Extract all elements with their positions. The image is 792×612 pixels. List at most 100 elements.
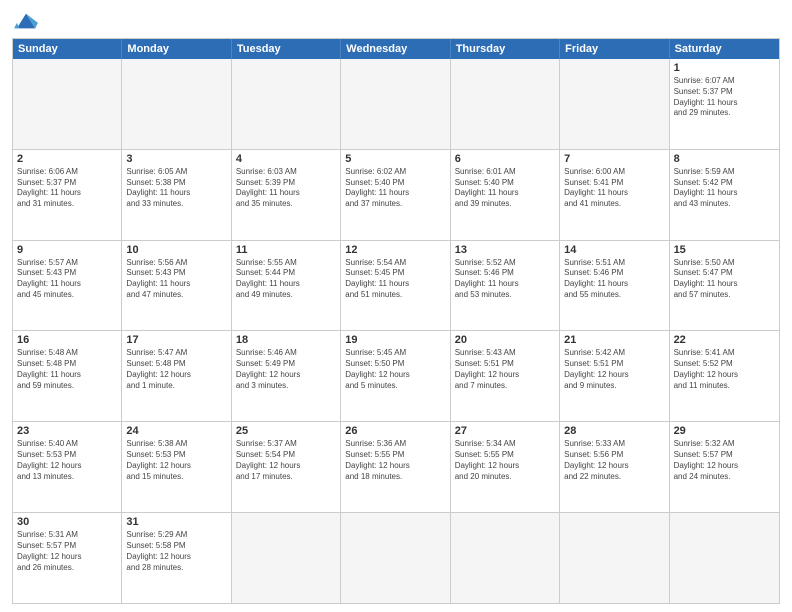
day-number: 21	[564, 334, 664, 346]
header	[12, 10, 780, 32]
header-day-tuesday: Tuesday	[232, 39, 341, 59]
calendar-row-0: 1 Sunrise: 6:07 AM Sunset: 5:37 PM Daylig…	[13, 59, 779, 149]
day-info: Sunrise: 5:43 AM Sunset: 5:51 PM Dayligh…	[455, 348, 555, 391]
day-number: 27	[455, 425, 555, 437]
calendar-day-27: 27 Sunrise: 5:34 AM Sunset: 5:55 PM Dayli…	[451, 422, 560, 512]
day-number: 4	[236, 153, 336, 165]
calendar-day-12: 12Sunrise: 5:54 AM Sunset: 5:45 PM Dayli…	[341, 241, 450, 331]
day-info: Sunrise: 6:02 AM Sunset: 5:40 PM Dayligh…	[345, 167, 445, 210]
calendar: SundayMondayTuesdayWednesdayThursdayFrid…	[12, 38, 780, 604]
calendar-day-8: 8 Sunrise: 5:59 AM Sunset: 5:42 PM Daylig…	[670, 150, 779, 240]
day-number: 23	[17, 425, 117, 437]
header-day-wednesday: Wednesday	[341, 39, 450, 59]
calendar-day-7: 7 Sunrise: 6:00 AM Sunset: 5:41 PM Daylig…	[560, 150, 669, 240]
day-info: Sunrise: 5:36 AM Sunset: 5:55 PM Dayligh…	[345, 439, 445, 482]
calendar-day-11: 11Sunrise: 5:55 AM Sunset: 5:44 PM Dayli…	[232, 241, 341, 331]
day-number: 9	[17, 244, 117, 256]
calendar-empty	[232, 513, 341, 603]
day-info: Sunrise: 5:59 AM Sunset: 5:42 PM Dayligh…	[674, 167, 775, 210]
calendar-empty	[560, 59, 669, 149]
calendar-day-5: 5 Sunrise: 6:02 AM Sunset: 5:40 PM Daylig…	[341, 150, 450, 240]
calendar-day-2: 2 Sunrise: 6:06 AM Sunset: 5:37 PM Daylig…	[13, 150, 122, 240]
calendar-row-1: 2 Sunrise: 6:06 AM Sunset: 5:37 PM Daylig…	[13, 149, 779, 240]
calendar-day-30: 30 Sunrise: 5:31 AM Sunset: 5:57 PM Dayli…	[13, 513, 122, 603]
calendar-header: SundayMondayTuesdayWednesdayThursdayFrid…	[13, 39, 779, 59]
day-info: Sunrise: 5:41 AM Sunset: 5:52 PM Dayligh…	[674, 348, 775, 391]
day-info: Sunrise: 5:42 AM Sunset: 5:51 PM Dayligh…	[564, 348, 664, 391]
day-info: Sunrise: 5:47 AM Sunset: 5:48 PM Dayligh…	[126, 348, 226, 391]
day-number: 8	[674, 153, 775, 165]
calendar-empty	[122, 59, 231, 149]
day-number: 30	[17, 516, 117, 528]
day-number: 1	[674, 62, 775, 74]
calendar-day-20: 20Sunrise: 5:43 AM Sunset: 5:51 PM Dayli…	[451, 331, 560, 421]
calendar-day-3: 3 Sunrise: 6:05 AM Sunset: 5:38 PM Daylig…	[122, 150, 231, 240]
calendar-day-23: 23Sunrise: 5:40 AM Sunset: 5:53 PM Dayli…	[13, 422, 122, 512]
day-info: Sunrise: 5:48 AM Sunset: 5:48 PM Dayligh…	[17, 348, 117, 391]
day-info: Sunrise: 6:07 AM Sunset: 5:37 PM Dayligh…	[674, 76, 775, 119]
day-number: 24	[126, 425, 226, 437]
calendar-day-6: 6 Sunrise: 6:01 AM Sunset: 5:40 PM Daylig…	[451, 150, 560, 240]
calendar-body: 1 Sunrise: 6:07 AM Sunset: 5:37 PM Daylig…	[13, 59, 779, 603]
day-info: Sunrise: 6:03 AM Sunset: 5:39 PM Dayligh…	[236, 167, 336, 210]
day-info: Sunrise: 5:31 AM Sunset: 5:57 PM Dayligh…	[17, 530, 117, 573]
calendar-empty	[451, 59, 560, 149]
day-number: 12	[345, 244, 445, 256]
header-day-thursday: Thursday	[451, 39, 560, 59]
day-info: Sunrise: 5:37 AM Sunset: 5:54 PM Dayligh…	[236, 439, 336, 482]
day-info: Sunrise: 5:33 AM Sunset: 5:56 PM Dayligh…	[564, 439, 664, 482]
header-day-sunday: Sunday	[13, 39, 122, 59]
logo-icon	[12, 10, 40, 32]
calendar-row-4: 23Sunrise: 5:40 AM Sunset: 5:53 PM Dayli…	[13, 421, 779, 512]
day-number: 17	[126, 334, 226, 346]
day-number: 31	[126, 516, 226, 528]
day-info: Sunrise: 6:00 AM Sunset: 5:41 PM Dayligh…	[564, 167, 664, 210]
calendar-day-4: 4 Sunrise: 6:03 AM Sunset: 5:39 PM Daylig…	[232, 150, 341, 240]
calendar-day-13: 13 Sunrise: 5:52 AM Sunset: 5:46 PM Dayli…	[451, 241, 560, 331]
calendar-empty	[341, 513, 450, 603]
calendar-empty	[670, 513, 779, 603]
day-info: Sunrise: 5:29 AM Sunset: 5:58 PM Dayligh…	[126, 530, 226, 573]
calendar-row-5: 30 Sunrise: 5:31 AM Sunset: 5:57 PM Dayli…	[13, 512, 779, 603]
day-info: Sunrise: 5:52 AM Sunset: 5:46 PM Dayligh…	[455, 258, 555, 301]
calendar-empty	[232, 59, 341, 149]
day-number: 5	[345, 153, 445, 165]
calendar-day-9: 9Sunrise: 5:57 AM Sunset: 5:43 PM Daylig…	[13, 241, 122, 331]
header-day-saturday: Saturday	[670, 39, 779, 59]
day-info: Sunrise: 5:56 AM Sunset: 5:43 PM Dayligh…	[126, 258, 226, 301]
calendar-day-18: 18Sunrise: 5:46 AM Sunset: 5:49 PM Dayli…	[232, 331, 341, 421]
day-number: 19	[345, 334, 445, 346]
day-number: 25	[236, 425, 336, 437]
day-info: Sunrise: 5:51 AM Sunset: 5:46 PM Dayligh…	[564, 258, 664, 301]
calendar-day-24: 24Sunrise: 5:38 AM Sunset: 5:53 PM Dayli…	[122, 422, 231, 512]
calendar-row-3: 16 Sunrise: 5:48 AM Sunset: 5:48 PM Dayli…	[13, 330, 779, 421]
day-info: Sunrise: 6:01 AM Sunset: 5:40 PM Dayligh…	[455, 167, 555, 210]
calendar-day-15: 15Sunrise: 5:50 AM Sunset: 5:47 PM Dayli…	[670, 241, 779, 331]
day-info: Sunrise: 5:34 AM Sunset: 5:55 PM Dayligh…	[455, 439, 555, 482]
day-number: 14	[564, 244, 664, 256]
day-number: 18	[236, 334, 336, 346]
day-number: 6	[455, 153, 555, 165]
day-number: 10	[126, 244, 226, 256]
day-number: 16	[17, 334, 117, 346]
day-number: 28	[564, 425, 664, 437]
day-info: Sunrise: 6:05 AM Sunset: 5:38 PM Dayligh…	[126, 167, 226, 210]
day-number: 2	[17, 153, 117, 165]
logo	[12, 10, 44, 32]
calendar-empty	[13, 59, 122, 149]
calendar-day-28: 28 Sunrise: 5:33 AM Sunset: 5:56 PM Dayli…	[560, 422, 669, 512]
day-number: 13	[455, 244, 555, 256]
calendar-row-2: 9Sunrise: 5:57 AM Sunset: 5:43 PM Daylig…	[13, 240, 779, 331]
calendar-day-29: 29Sunrise: 5:32 AM Sunset: 5:57 PM Dayli…	[670, 422, 779, 512]
header-day-friday: Friday	[560, 39, 669, 59]
day-number: 11	[236, 244, 336, 256]
day-number: 26	[345, 425, 445, 437]
calendar-empty	[451, 513, 560, 603]
calendar-day-14: 14 Sunrise: 5:51 AM Sunset: 5:46 PM Dayli…	[560, 241, 669, 331]
day-number: 3	[126, 153, 226, 165]
day-number: 7	[564, 153, 664, 165]
calendar-day-1: 1 Sunrise: 6:07 AM Sunset: 5:37 PM Daylig…	[670, 59, 779, 149]
day-info: Sunrise: 6:06 AM Sunset: 5:37 PM Dayligh…	[17, 167, 117, 210]
calendar-day-31: 31 Sunrise: 5:29 AM Sunset: 5:58 PM Dayli…	[122, 513, 231, 603]
calendar-day-16: 16 Sunrise: 5:48 AM Sunset: 5:48 PM Dayli…	[13, 331, 122, 421]
